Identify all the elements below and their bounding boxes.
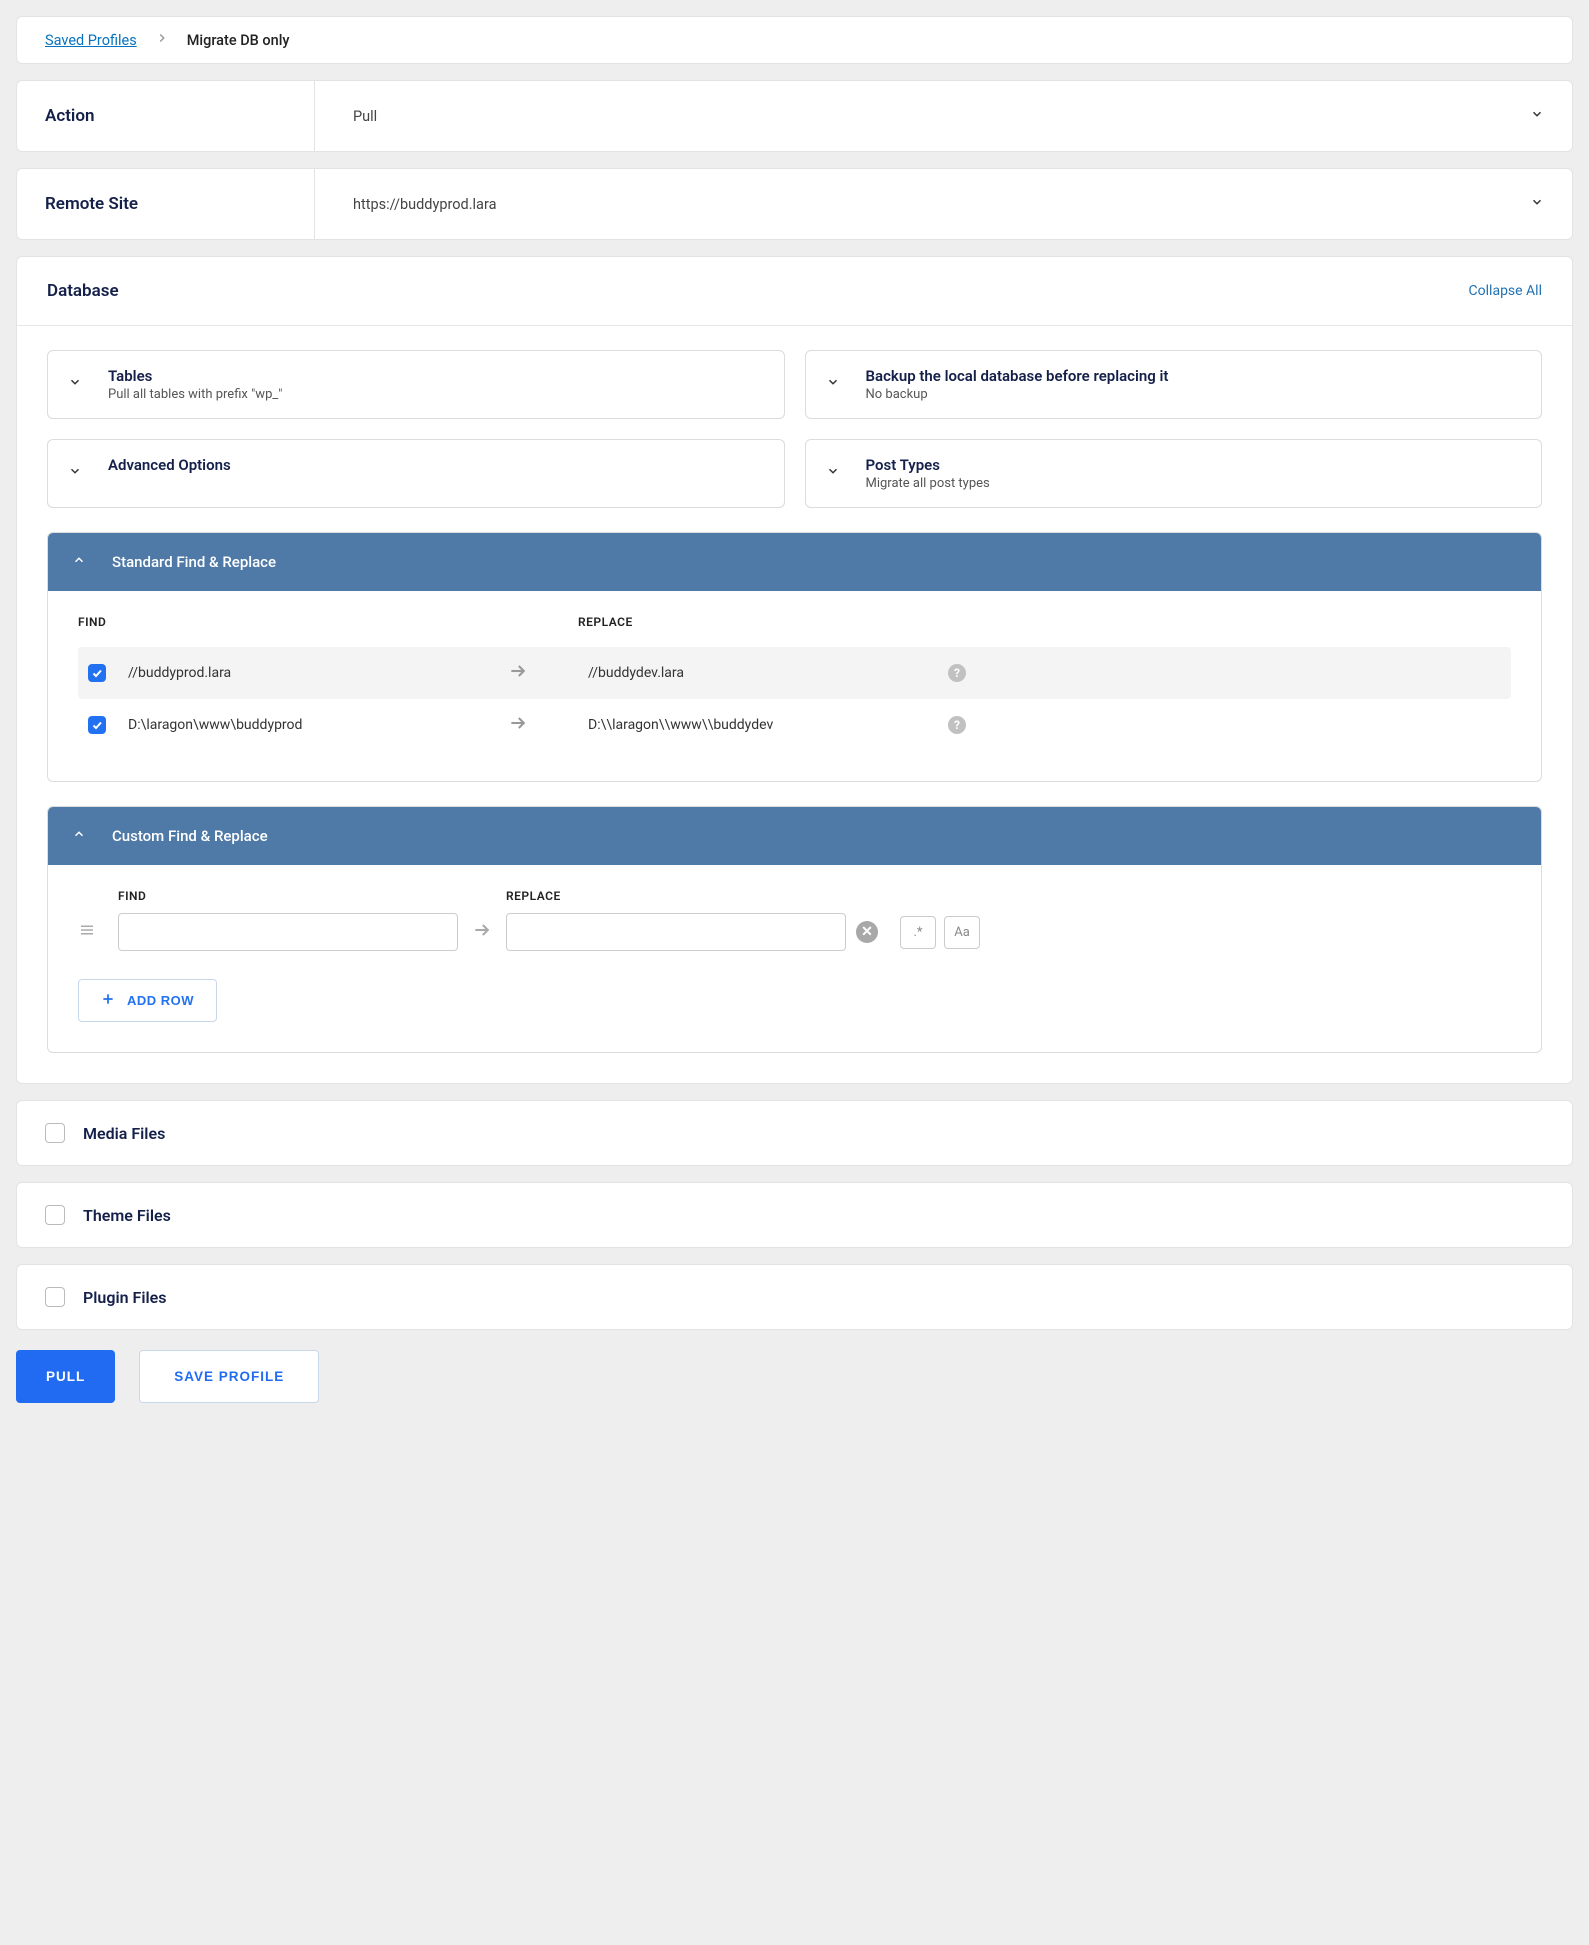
tables-subtitle: Pull all tables with prefix "wp_" bbox=[108, 387, 282, 402]
action-row[interactable]: Action Pull bbox=[16, 80, 1573, 152]
plugin-files-checkbox[interactable] bbox=[45, 1287, 65, 1307]
advanced-title: Advanced Options bbox=[108, 456, 231, 474]
backup-panel[interactable]: Backup the local database before replaci… bbox=[805, 350, 1543, 419]
arrow-right-icon bbox=[508, 713, 588, 737]
standard-fr-header[interactable]: Standard Find & Replace bbox=[48, 533, 1541, 591]
database-title: Database bbox=[47, 281, 119, 301]
custom-fr-header[interactable]: Custom Find & Replace bbox=[48, 807, 1541, 865]
row-checkbox[interactable] bbox=[88, 664, 106, 682]
media-files-checkbox[interactable] bbox=[45, 1123, 65, 1143]
advanced-options-panel[interactable]: Advanced Options bbox=[47, 439, 785, 508]
row-checkbox[interactable] bbox=[88, 716, 106, 734]
plus-icon bbox=[101, 992, 115, 1009]
backup-title: Backup the local database before replaci… bbox=[866, 367, 1169, 385]
post-types-panel[interactable]: Post Types Migrate all post types bbox=[805, 439, 1543, 508]
drag-handle-icon[interactable] bbox=[78, 921, 118, 943]
remote-site-value: https://buddyprod.lara bbox=[315, 196, 496, 213]
footer-actions: PULL SAVE PROFILE bbox=[16, 1350, 1573, 1403]
save-profile-button[interactable]: SAVE PROFILE bbox=[139, 1350, 319, 1403]
find-value: //buddyprod.lara bbox=[128, 665, 508, 681]
custom-fr-row: ✕ .* Aa bbox=[78, 913, 1511, 951]
clear-row-icon[interactable]: ✕ bbox=[856, 921, 878, 943]
chevron-up-icon bbox=[72, 827, 86, 845]
standard-fr-title: Standard Find & Replace bbox=[112, 553, 276, 571]
help-icon[interactable]: ? bbox=[948, 716, 966, 734]
theme-files-checkbox[interactable] bbox=[45, 1205, 65, 1225]
post-types-subtitle: Migrate all post types bbox=[866, 476, 990, 491]
custom-replace-input[interactable] bbox=[506, 913, 846, 951]
tables-panel[interactable]: Tables Pull all tables with prefix "wp_" bbox=[47, 350, 785, 419]
action-label: Action bbox=[45, 81, 315, 151]
help-icon[interactable]: ? bbox=[948, 664, 966, 682]
find-column-header: FIND bbox=[78, 615, 498, 629]
chevron-up-icon bbox=[72, 553, 86, 571]
chevron-right-icon bbox=[155, 31, 169, 49]
pull-button[interactable]: PULL bbox=[16, 1350, 115, 1403]
chevron-down-icon bbox=[1530, 195, 1544, 213]
case-toggle[interactable]: Aa bbox=[944, 916, 980, 949]
find-value: D:\laragon\www\buddyprod bbox=[128, 717, 508, 733]
plugin-files-label: Plugin Files bbox=[83, 1288, 166, 1307]
theme-files-label: Theme Files bbox=[83, 1206, 171, 1225]
standard-find-replace-panel: Standard Find & Replace FIND REPLACE //b… bbox=[47, 532, 1542, 782]
database-section: Database Collapse All Tables Pull all ta… bbox=[16, 256, 1573, 1084]
chevron-down-icon bbox=[68, 367, 82, 393]
arrow-right-icon bbox=[508, 661, 588, 685]
tables-title: Tables bbox=[108, 367, 282, 385]
breadcrumb-saved-profiles-link[interactable]: Saved Profiles bbox=[45, 32, 137, 49]
custom-replace-header: REPLACE bbox=[506, 889, 846, 903]
theme-files-row[interactable]: Theme Files bbox=[16, 1182, 1573, 1248]
breadcrumb: Saved Profiles Migrate DB only bbox=[16, 16, 1573, 64]
action-value: Pull bbox=[315, 108, 377, 125]
custom-find-input[interactable] bbox=[118, 913, 458, 951]
post-types-title: Post Types bbox=[866, 456, 990, 474]
plugin-files-row[interactable]: Plugin Files bbox=[16, 1264, 1573, 1330]
custom-fr-title: Custom Find & Replace bbox=[112, 827, 268, 845]
arrow-right-icon bbox=[458, 920, 506, 944]
replace-value: D:\\laragon\\www\\buddydev bbox=[588, 717, 948, 733]
collapse-all-link[interactable]: Collapse All bbox=[1469, 283, 1542, 299]
breadcrumb-current: Migrate DB only bbox=[187, 32, 290, 49]
database-header: Database Collapse All bbox=[17, 257, 1572, 326]
remote-site-row[interactable]: Remote Site https://buddyprod.lara bbox=[16, 168, 1573, 240]
regex-toggle[interactable]: .* bbox=[900, 916, 936, 949]
replace-value: //buddydev.lara bbox=[588, 665, 948, 681]
standard-fr-row: D:\laragon\www\buddyprod D:\\laragon\\ww… bbox=[78, 699, 1511, 751]
backup-subtitle: No backup bbox=[866, 387, 1169, 402]
standard-fr-row: //buddyprod.lara //buddydev.lara ? bbox=[78, 647, 1511, 699]
chevron-down-icon bbox=[1530, 107, 1544, 125]
add-row-label: ADD ROW bbox=[127, 993, 194, 1008]
chevron-down-icon bbox=[826, 367, 840, 393]
replace-column-header: REPLACE bbox=[578, 615, 938, 629]
media-files-label: Media Files bbox=[83, 1124, 165, 1143]
add-row-button[interactable]: ADD ROW bbox=[78, 979, 217, 1022]
chevron-down-icon bbox=[826, 456, 840, 482]
remote-site-label: Remote Site bbox=[45, 169, 315, 239]
media-files-row[interactable]: Media Files bbox=[16, 1100, 1573, 1166]
custom-find-header: FIND bbox=[118, 889, 458, 903]
custom-find-replace-panel: Custom Find & Replace FIND REPLACE bbox=[47, 806, 1542, 1053]
chevron-down-icon bbox=[68, 456, 82, 482]
